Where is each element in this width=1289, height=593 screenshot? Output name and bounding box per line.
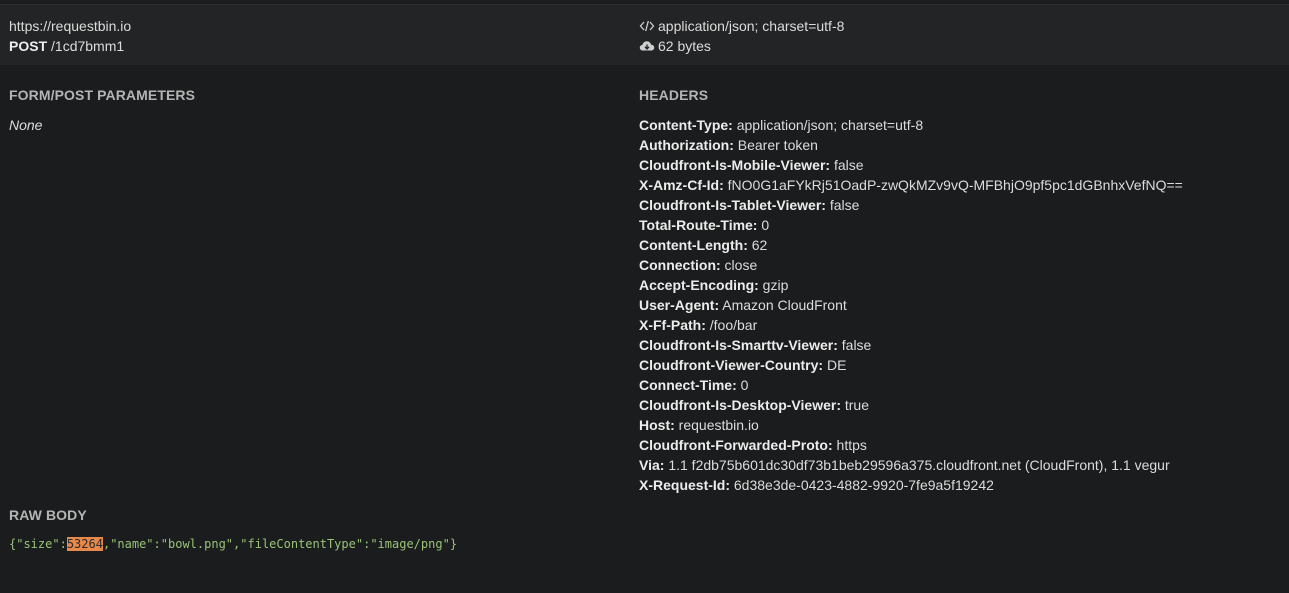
header-row: Cloudfront-Forwarded-Proto: https xyxy=(639,435,1279,455)
header-value: false xyxy=(829,197,860,213)
header-value: requestbin.io xyxy=(678,417,759,433)
headers-list: Content-Type: application/json; charset=… xyxy=(639,115,1279,495)
size-line: 62 bytes xyxy=(639,36,844,56)
header-key: Connection: xyxy=(639,257,721,273)
json-brace-close: } xyxy=(449,537,458,551)
header-key: Cloudfront-Is-Smarttv-Viewer: xyxy=(639,337,838,353)
header-value: true xyxy=(844,397,869,413)
header-value: 62 xyxy=(751,237,768,253)
request-summary-right: application/json; charset=utf-8 62 bytes xyxy=(639,16,844,56)
cloud-download-icon xyxy=(639,39,655,53)
json-value-name: "bowl.png" xyxy=(160,537,234,551)
header-value: Amazon CloudFront xyxy=(722,297,847,313)
header-value: 0 xyxy=(740,377,749,393)
header-row: Via: 1.1 f2db75b601dc30df73b1beb29596a37… xyxy=(639,455,1279,475)
json-colon: : xyxy=(153,537,161,551)
header-value: gzip xyxy=(762,277,789,293)
content-type-line: application/json; charset=utf-8 xyxy=(639,16,844,36)
json-key-file-content-type: "fileContentType" xyxy=(240,537,364,551)
header-key: Cloudfront-Is-Tablet-Viewer: xyxy=(639,197,826,213)
code-icon xyxy=(639,19,655,33)
header-key: Cloudfront-Forwarded-Proto: xyxy=(639,437,833,453)
form-parameters-title: FORM/POST PARAMETERS xyxy=(9,87,196,103)
header-row: Cloudfront-Is-Mobile-Viewer: false xyxy=(639,155,1279,175)
header-row: Content-Length: 62 xyxy=(639,235,1279,255)
request-summary-left: https://requestbin.io POST /1cd7bmm1 xyxy=(9,16,131,56)
header-row: Accept-Encoding: gzip xyxy=(639,275,1279,295)
header-key: Via: xyxy=(639,457,665,473)
request-line: POST /1cd7bmm1 xyxy=(9,36,131,56)
header-value: application/json; charset=utf-8 xyxy=(736,117,924,133)
header-row: Cloudfront-Is-Desktop-Viewer: true xyxy=(639,395,1279,415)
form-parameters-value: None xyxy=(9,117,43,133)
header-value: Bearer token xyxy=(737,137,818,153)
json-key-name: "name" xyxy=(110,537,154,551)
header-row: User-Agent: Amazon CloudFront xyxy=(639,295,1279,315)
header-key: Cloudfront-Is-Mobile-Viewer: xyxy=(639,157,831,173)
header-row: Connect-Time: 0 xyxy=(639,375,1279,395)
body-size-value: 62 bytes xyxy=(658,38,711,54)
json-value-size: 53264 xyxy=(66,537,103,551)
header-key: Authorization: xyxy=(639,137,734,153)
header-key: User-Agent: xyxy=(639,297,720,313)
header-row: Cloudfront-Is-Smarttv-Viewer: false xyxy=(639,335,1279,355)
header-value: 6d38e3de-0423-4882-9920-7fe9a5f19242 xyxy=(733,477,994,493)
header-value: https xyxy=(836,437,867,453)
header-key: Cloudfront-Viewer-Country: xyxy=(639,357,824,373)
header-value: 0 xyxy=(761,217,770,233)
header-key: Content-Length: xyxy=(639,237,748,253)
header-key: Accept-Encoding: xyxy=(639,277,759,293)
content-type-value: application/json; charset=utf-8 xyxy=(658,18,845,34)
json-colon: : xyxy=(59,537,67,551)
header-row: Authorization: Bearer token xyxy=(639,135,1279,155)
json-value-file-content-type: "image/png" xyxy=(370,537,450,551)
request-method: POST xyxy=(9,38,48,54)
header-value: 1.1 f2db75b601dc30df73b1beb29596a375.clo… xyxy=(668,457,1170,473)
header-value: false xyxy=(833,157,864,173)
header-row: Content-Type: application/json; charset=… xyxy=(639,115,1279,135)
header-key: Content-Type: xyxy=(639,117,733,133)
header-row: Host: requestbin.io xyxy=(639,415,1279,435)
header-key: Cloudfront-Is-Desktop-Viewer: xyxy=(639,397,841,413)
header-value: DE xyxy=(826,357,847,373)
raw-body-title: RAW BODY xyxy=(9,507,87,523)
header-value: /foo/bar xyxy=(709,317,758,333)
header-value: close xyxy=(724,257,758,273)
header-row: X-Request-Id: 6d38e3de-0423-4882-9920-7f… xyxy=(639,475,1279,495)
header-row: Cloudfront-Is-Tablet-Viewer: false xyxy=(639,195,1279,215)
header-key: Host: xyxy=(639,417,675,433)
request-summary: https://requestbin.io POST /1cd7bmm1 app… xyxy=(0,5,1289,65)
header-key: X-Ff-Path: xyxy=(639,317,706,333)
request-host: https://requestbin.io xyxy=(9,18,132,34)
header-key: Connect-Time: xyxy=(639,377,737,393)
raw-body-content: {"size":53264,"name":"bowl.png","fileCon… xyxy=(9,536,457,552)
headers-title: HEADERS xyxy=(639,87,709,103)
header-value: false xyxy=(841,337,872,353)
header-row: Total-Route-Time: 0 xyxy=(639,215,1279,235)
header-value: fNO0G1aFYkRj51OadP-zwQkMZv9vQ-MFBhjO9pf5… xyxy=(727,177,1183,193)
header-key: X-Request-Id: xyxy=(639,477,730,493)
json-key-size: "size" xyxy=(16,537,60,551)
header-key: X-Amz-Cf-Id: xyxy=(639,177,724,193)
header-row: Cloudfront-Viewer-Country: DE xyxy=(639,355,1279,375)
header-row: X-Amz-Cf-Id: fNO0G1aFYkRj51OadP-zwQkMZv9… xyxy=(639,175,1279,195)
request-path: /1cd7bmm1 xyxy=(51,38,125,54)
header-key: Total-Route-Time: xyxy=(639,217,758,233)
header-row: X-Ff-Path: /foo/bar xyxy=(639,315,1279,335)
header-row: Connection: close xyxy=(639,255,1279,275)
